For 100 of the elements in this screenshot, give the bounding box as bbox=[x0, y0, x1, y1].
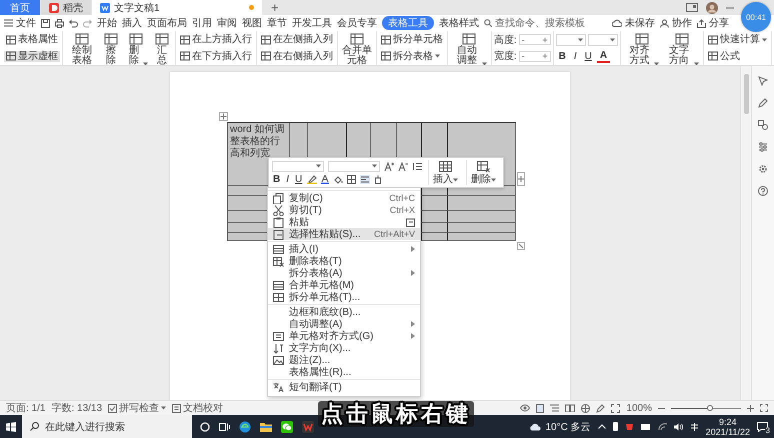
size-field[interactable]: - + bbox=[518, 50, 551, 62]
fit-icon[interactable] bbox=[611, 404, 620, 412]
ribbon-tab[interactable]: 开发工具 bbox=[292, 16, 332, 30]
circle-icon[interactable] bbox=[200, 422, 210, 432]
menu-item[interactable]: 拆分表格(A) bbox=[268, 267, 420, 279]
ribbon-button[interactable]: 文字方向 bbox=[662, 32, 701, 65]
scrollbar-thumb-icon[interactable] bbox=[744, 74, 748, 114]
office-app-icon[interactable] bbox=[302, 420, 314, 432]
ribbon-button[interactable]: 在左侧插入列 bbox=[258, 34, 335, 46]
app-tab[interactable]: 稻壳 bbox=[41, 0, 91, 15]
menu-item[interactable]: 题注(Z)... bbox=[268, 354, 420, 366]
format-button[interactable]: I bbox=[570, 50, 580, 62]
menu-item[interactable]: 合并单元格(M) bbox=[268, 279, 420, 291]
ribbon-button[interactable]: 对齐方式 bbox=[622, 32, 662, 65]
format-button[interactable]: I bbox=[285, 174, 290, 184]
notification-button[interactable]: 3 bbox=[757, 422, 768, 432]
chat-app-icon[interactable] bbox=[281, 420, 293, 432]
page-view-icon[interactable] bbox=[536, 404, 544, 412]
ribbon-button[interactable]: 在上方插入行 bbox=[178, 34, 254, 46]
menu-item[interactable]: 表格属性(R)... bbox=[268, 366, 420, 378]
ribbon-tab[interactable]: 审阅 bbox=[217, 16, 237, 30]
ribbon-tab[interactable]: 开始 bbox=[97, 16, 117, 30]
search-field[interactable]: 查找命令、搜索模板 bbox=[484, 16, 585, 30]
device-icon[interactable] bbox=[612, 422, 618, 431]
menu-item[interactable]: 选择性粘贴(S)... Ctrl+Alt+V bbox=[268, 228, 420, 240]
cursor-icon[interactable] bbox=[758, 76, 768, 86]
menu-item[interactable]: 自动调整(A) bbox=[268, 318, 420, 330]
add-column-button[interactable] bbox=[517, 172, 525, 186]
clock[interactable]: 9:24 2021/11/22 bbox=[706, 416, 750, 436]
menu-item[interactable]: 文字方向(X)... bbox=[268, 342, 420, 354]
windows-logo-icon[interactable] bbox=[6, 422, 16, 432]
ribbon-button[interactable]: 在下方插入行 bbox=[178, 50, 254, 62]
menu-item[interactable]: 粘贴 bbox=[268, 216, 420, 228]
format-button[interactable]: B bbox=[556, 50, 569, 62]
toolbar-button[interactable]: 插入 bbox=[428, 160, 462, 185]
menu-item[interactable]: 插入(I) bbox=[268, 243, 420, 255]
ribbon-button[interactable]: 删除 bbox=[123, 32, 150, 65]
ribbon-tab[interactable]: 页面布局 bbox=[147, 16, 187, 30]
file-menu[interactable]: 文件 bbox=[4, 16, 36, 30]
ribbon-button[interactable]: 拆分表格 bbox=[379, 50, 446, 62]
new-tab-button[interactable]: + bbox=[263, 0, 287, 15]
pen-icon[interactable] bbox=[758, 98, 768, 108]
shapes-icon[interactable] bbox=[758, 120, 768, 130]
avatar-icon[interactable] bbox=[706, 2, 718, 14]
menu-item[interactable]: 剪切(T) Ctrl+X bbox=[268, 204, 420, 216]
fill-icon[interactable] bbox=[333, 174, 344, 184]
sliders-icon[interactable] bbox=[758, 142, 768, 152]
ribbon-tab[interactable]: 表格样式 bbox=[439, 16, 479, 30]
task-view-icon[interactable] bbox=[219, 422, 230, 432]
header-action[interactable]: 分享 bbox=[697, 16, 729, 30]
book-icon[interactable] bbox=[565, 404, 576, 412]
menu-item[interactable]: 复制(C) Ctrl+C bbox=[268, 192, 420, 204]
ribbon-button[interactable]: 公式 bbox=[706, 50, 769, 62]
borders-icon[interactable] bbox=[347, 174, 356, 184]
menu-item[interactable]: 边框和底纹(B)... bbox=[268, 306, 420, 318]
print-icon[interactable] bbox=[55, 18, 64, 28]
save-icon[interactable] bbox=[41, 18, 50, 28]
move-handle-icon[interactable] bbox=[219, 112, 228, 121]
ribbon-button[interactable]: 汇总 bbox=[150, 32, 173, 65]
size-field[interactable]: - + bbox=[518, 34, 551, 46]
status-item[interactable]: 拼写检查 bbox=[108, 401, 166, 415]
format-button[interactable]: B bbox=[272, 174, 282, 184]
format-button[interactable]: U bbox=[294, 174, 304, 184]
menu-item[interactable]: 拆分单元格(T)... bbox=[268, 291, 420, 303]
globe-icon[interactable] bbox=[581, 404, 590, 412]
highlighter-icon[interactable] bbox=[307, 174, 318, 184]
zoom-in-icon[interactable] bbox=[747, 404, 754, 412]
network-icon[interactable] bbox=[658, 422, 667, 430]
header-action[interactable]: 协作 bbox=[660, 16, 692, 30]
help-icon[interactable] bbox=[758, 186, 768, 196]
ribbon-button[interactable]: 显示虚框 bbox=[4, 50, 60, 62]
toolbar-button[interactable]: 删除 bbox=[466, 160, 500, 185]
ribbon-button[interactable]: 表格属性 bbox=[4, 34, 60, 46]
grow-font-icon[interactable] bbox=[384, 162, 394, 170]
ribbon-button[interactable]: 擦除 bbox=[100, 32, 122, 65]
ribbon-tab[interactable]: 视图 bbox=[242, 16, 262, 30]
menu-item[interactable]: 单元格对齐方式(G) bbox=[268, 330, 420, 342]
ribbon-tab[interactable]: 插入 bbox=[122, 16, 142, 30]
chevron-up-icon[interactable] bbox=[598, 424, 606, 429]
ribbon-tab[interactable]: 引用 bbox=[192, 16, 212, 30]
window-icon[interactable] bbox=[686, 3, 698, 12]
header-action[interactable]: 未保存 bbox=[612, 16, 655, 30]
align-left-icon[interactable] bbox=[360, 174, 370, 184]
outline-view-icon[interactable] bbox=[550, 404, 560, 412]
fullscreen-icon[interactable] bbox=[760, 404, 768, 412]
resize-handle-icon[interactable] bbox=[517, 242, 525, 250]
status-item[interactable]: 文档校对 bbox=[172, 401, 224, 415]
ribbon-button[interactable]: 拆分单元格 bbox=[379, 34, 446, 46]
pen-icon[interactable] bbox=[596, 404, 606, 412]
slider-thumb[interactable] bbox=[706, 404, 712, 410]
ribbon-button[interactable]: 合并单元格 bbox=[340, 32, 374, 65]
format-button[interactable]: U bbox=[582, 50, 595, 62]
ribbon-tab[interactable]: 表格工具 bbox=[382, 16, 434, 30]
ribbon-button[interactable]: 快速计算 bbox=[706, 34, 769, 46]
taskbar-search-field[interactable]: 在此键入进行搜索 bbox=[22, 415, 192, 438]
menu-item[interactable]: 短句翻译(T) bbox=[268, 381, 420, 393]
folder-icon[interactable] bbox=[260, 422, 272, 432]
undo-icon[interactable] bbox=[69, 18, 78, 28]
shrink-font-icon[interactable] bbox=[398, 162, 408, 170]
app-tab[interactable]: 首页 bbox=[0, 0, 40, 15]
